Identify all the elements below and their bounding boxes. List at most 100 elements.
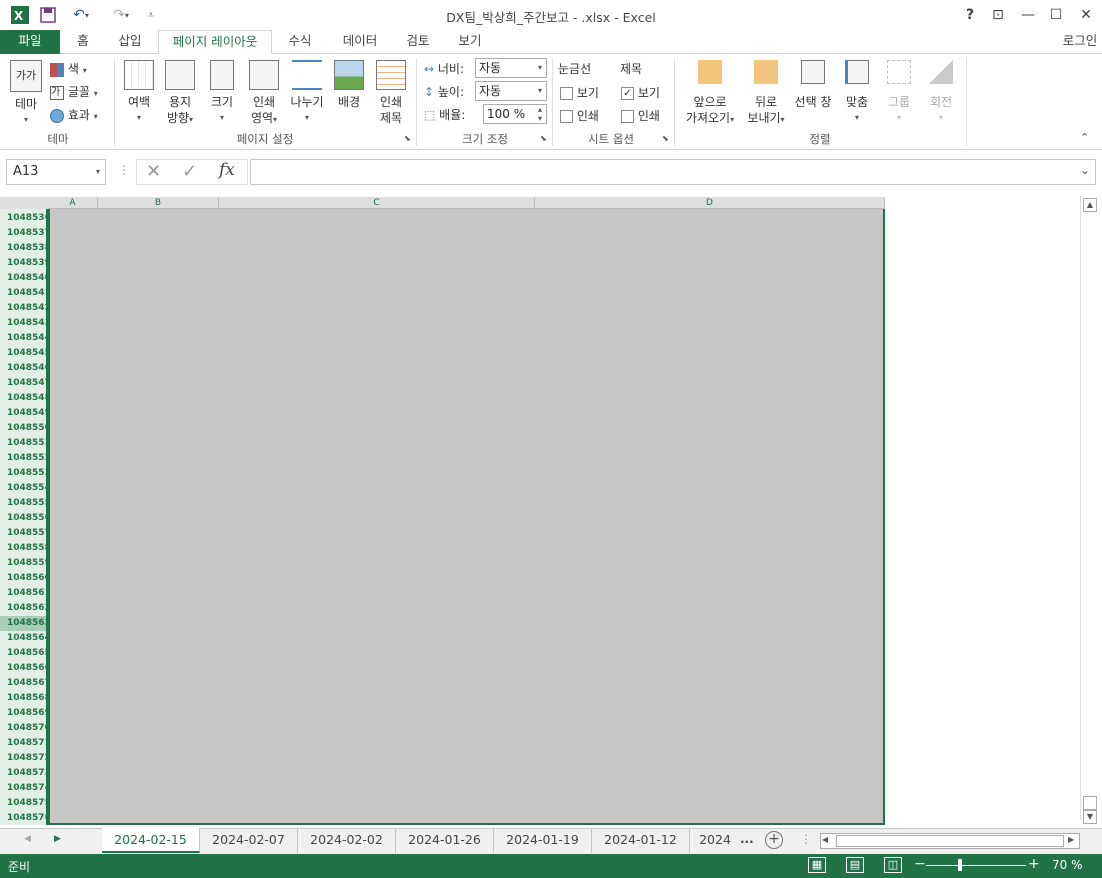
row-header[interactable]: 1048543: [0, 316, 51, 331]
row-header[interactable]: 1048551: [0, 436, 51, 451]
close-button[interactable]: ✕: [1072, 4, 1100, 26]
column-header-b[interactable]: B: [98, 197, 219, 209]
maximize-button[interactable]: ☐: [1042, 4, 1070, 26]
zoom-slider[interactable]: [926, 865, 1026, 866]
row-header[interactable]: 1048544: [0, 331, 51, 346]
tab-data[interactable]: 데이터: [332, 30, 388, 54]
headings-print-checkbox[interactable]: 인쇄: [621, 107, 660, 124]
sheet-tab[interactable]: 2024-02-02: [298, 828, 396, 853]
row-header[interactable]: 1048566: [0, 661, 51, 676]
scroll-up-icon[interactable]: ▲: [1083, 198, 1097, 212]
row-header[interactable]: 1048547: [0, 376, 51, 391]
print-area-button[interactable]: 인쇄 영역▾: [244, 60, 284, 128]
tab-formulas[interactable]: 수식: [280, 30, 320, 54]
row-header[interactable]: 1048541: [0, 286, 51, 301]
row-header[interactable]: 1048569: [0, 706, 51, 721]
bring-forward-button[interactable]: 앞으로 가져오기▾: [680, 60, 740, 128]
page-setup-launcher-icon[interactable]: ⬊: [404, 134, 411, 143]
sheet-tab[interactable]: 2024-01-26: [396, 828, 494, 853]
width-select[interactable]: 자동 ▾: [475, 58, 547, 78]
row-header[interactable]: 1048552: [0, 451, 51, 466]
size-button[interactable]: 크기 ▾: [204, 60, 240, 126]
scroll-thumb[interactable]: [1083, 796, 1097, 810]
row-header[interactable]: 1048557: [0, 526, 51, 541]
formula-input[interactable]: [250, 159, 1096, 185]
row-header[interactable]: 1048537: [0, 226, 51, 241]
row-header[interactable]: 1048561: [0, 586, 51, 601]
colors-button[interactable]: 색 ▾: [50, 60, 110, 77]
scale-spinner[interactable]: 100 % ▴ ▾: [483, 104, 547, 124]
sheet-tab[interactable]: 2024: [690, 828, 740, 853]
rotate-button[interactable]: 회전 ▾: [924, 60, 958, 126]
tab-file[interactable]: 파일: [0, 30, 60, 54]
selected-range[interactable]: [48, 209, 885, 825]
row-header[interactable]: 1048573: [0, 766, 51, 781]
row-header[interactable]: 1048563: [0, 616, 51, 631]
collapse-ribbon-icon[interactable]: ⌃: [1080, 131, 1089, 144]
column-header-c[interactable]: C: [219, 197, 535, 209]
row-header[interactable]: 1048549: [0, 406, 51, 421]
gridlines-print-checkbox[interactable]: 인쇄: [560, 107, 599, 124]
selection-pane-button[interactable]: 선택 창: [792, 60, 834, 110]
gridlines-view-checkbox[interactable]: 보기: [560, 84, 599, 101]
row-header[interactable]: 1048546: [0, 361, 51, 376]
sheet-tab[interactable]: 2024-01-19: [494, 828, 592, 853]
background-button[interactable]: 배경: [332, 60, 366, 110]
signin-link[interactable]: 로그인: [1058, 30, 1102, 54]
print-titles-button[interactable]: 인쇄 제목: [372, 60, 410, 126]
zoom-level[interactable]: 70 %: [1052, 858, 1083, 872]
row-header[interactable]: 1048542: [0, 301, 51, 316]
page-break-view-icon[interactable]: ◫: [884, 857, 902, 873]
send-backward-button[interactable]: 뒤로 보내기▾: [742, 60, 790, 128]
tab-view[interactable]: 보기: [448, 30, 492, 54]
row-header[interactable]: 1048553: [0, 466, 51, 481]
margins-button[interactable]: 여백 ▾: [120, 60, 158, 126]
height-select[interactable]: 자동 ▾: [475, 81, 547, 101]
row-header[interactable]: 1048560: [0, 571, 51, 586]
row-header[interactable]: 1048539: [0, 256, 51, 271]
help-button[interactable]: ?: [956, 4, 984, 26]
minimize-button[interactable]: —: [1014, 4, 1042, 26]
sheet-tab[interactable]: 2024-02-07: [200, 828, 298, 853]
enter-icon[interactable]: ✓: [182, 161, 197, 182]
headings-view-checkbox[interactable]: ✓ 보기: [621, 84, 660, 101]
row-header[interactable]: 1048565: [0, 646, 51, 661]
orientation-button[interactable]: 용지 방향▾: [160, 60, 200, 128]
row-header[interactable]: 1048571: [0, 736, 51, 751]
row-header[interactable]: 1048572: [0, 751, 51, 766]
cancel-icon[interactable]: ✕: [146, 161, 161, 182]
row-header[interactable]: 1048540: [0, 271, 51, 286]
tab-insert[interactable]: 삽입: [108, 30, 152, 54]
zoom-in-icon[interactable]: +: [1028, 856, 1040, 872]
zoom-slider-thumb[interactable]: [958, 859, 962, 871]
effects-button[interactable]: 효과 ▾: [50, 106, 110, 123]
row-header[interactable]: 1048554: [0, 481, 51, 496]
fonts-button[interactable]: 가 글꼴 ▾: [50, 83, 110, 100]
row-header[interactable]: 1048567: [0, 676, 51, 691]
column-header-a[interactable]: A: [48, 197, 98, 209]
row-header[interactable]: 1048556: [0, 511, 51, 526]
page-layout-view-icon[interactable]: ▤: [846, 857, 864, 873]
row-header[interactable]: 1048564: [0, 631, 51, 646]
next-sheet-icon[interactable]: ▶: [54, 834, 61, 844]
sheet-options-launcher-icon[interactable]: ⬊: [662, 134, 669, 143]
add-sheet-icon[interactable]: +: [765, 831, 783, 849]
row-header[interactable]: 1048570: [0, 721, 51, 736]
scale-launcher-icon[interactable]: ⬊: [540, 134, 547, 143]
zoom-out-icon[interactable]: −: [914, 856, 926, 872]
row-header[interactable]: 1048558: [0, 541, 51, 556]
insert-function-button[interactable]: fx: [219, 160, 235, 180]
row-header[interactable]: 1048536: [0, 211, 51, 226]
horizontal-scroll-thumb[interactable]: [836, 835, 1064, 847]
tab-home[interactable]: 홈: [66, 30, 100, 54]
row-header[interactable]: 1048538: [0, 241, 51, 256]
select-all-corner[interactable]: [0, 197, 48, 209]
tab-page-layout[interactable]: 페이지 레이아웃: [158, 30, 272, 55]
sheet-tab[interactable]: 2024-01-12: [592, 828, 690, 853]
tab-splitter-icon[interactable]: ⋮: [800, 832, 812, 846]
breaks-button[interactable]: 나누기 ▾: [286, 60, 328, 126]
expand-formula-icon[interactable]: ⌄: [1080, 163, 1090, 177]
scroll-down-icon[interactable]: ▼: [1083, 810, 1097, 824]
row-header[interactable]: 1048576: [0, 811, 51, 826]
vertical-scrollbar[interactable]: [1080, 196, 1100, 820]
